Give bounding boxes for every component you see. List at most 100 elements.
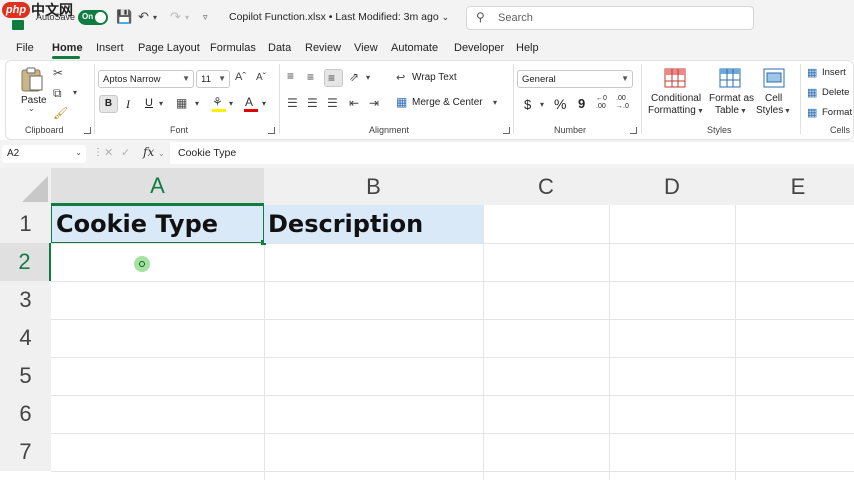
customize-qat-icon[interactable]: ▿ <box>203 12 208 23</box>
insert-cells-button[interactable]: ▦ Insert <box>807 66 854 80</box>
copy-dropdown-icon[interactable]: ▾ <box>73 88 77 97</box>
name-box-value: A2 <box>7 148 20 159</box>
undo-icon[interactable]: ↶ <box>138 9 149 25</box>
paste-dropdown-icon[interactable]: ⌄ <box>28 104 35 113</box>
format-cells-button[interactable]: ▦ Format <box>807 106 854 120</box>
row-header-1[interactable]: 1 <box>0 205 51 243</box>
increase-indent-icon[interactable]: ⇥ <box>369 96 379 110</box>
separator <box>513 64 514 134</box>
copy-icon[interactable]: ⧉ <box>53 86 62 101</box>
clipboard-icon <box>21 67 43 92</box>
format-as-table-button[interactable]: Format as Table ▼ <box>707 66 755 118</box>
underline-dropdown-icon[interactable]: ▾ <box>159 99 163 108</box>
orientation-icon[interactable]: ⇗ <box>349 70 359 84</box>
number-launcher-icon[interactable] <box>630 127 637 134</box>
align-bottom-button[interactable]: ≡ <box>324 69 343 87</box>
tab-page-layout[interactable]: Page Layout <box>138 42 200 54</box>
fill-color-button[interactable]: ⚘ <box>212 95 226 113</box>
borders-dropdown-icon[interactable]: ▾ <box>195 99 199 108</box>
bold-button[interactable]: B <box>99 95 118 113</box>
align-bottom-icon: ≡ <box>328 71 336 85</box>
align-middle-icon[interactable]: ≡ <box>307 70 314 84</box>
borders-icon[interactable]: ▦ <box>176 96 187 110</box>
tab-automate[interactable]: Automate <box>391 42 438 54</box>
clipboard-launcher-icon[interactable] <box>84 127 91 134</box>
decrease-indent-icon[interactable]: ⇤ <box>349 96 359 110</box>
save-icon[interactable]: 💾 <box>116 9 132 25</box>
font-color-swatch <box>244 109 258 112</box>
decrease-font-icon[interactable]: Aˇ <box>256 72 266 83</box>
column-header-b[interactable]: B <box>264 168 483 205</box>
tab-developer[interactable]: Developer <box>454 42 504 54</box>
percent-button[interactable]: % <box>554 96 566 112</box>
tab-view[interactable]: View <box>354 42 378 54</box>
font-name-select[interactable]: Aptos Narrow ▼ <box>98 70 194 88</box>
conditional-formatting-button[interactable]: Conditional Formatting ▼ <box>646 66 704 118</box>
font-launcher-icon[interactable] <box>268 127 275 134</box>
insert-function-button[interactable]: fx <box>143 145 154 159</box>
currency-dropdown-icon[interactable]: ▾ <box>540 100 544 109</box>
format-cells-icon: ▦ <box>807 107 818 119</box>
paste-button[interactable] <box>20 66 44 92</box>
cell-styles-button[interactable]: Cell Styles ▼ <box>755 66 795 118</box>
delete-cells-label: Delete <box>822 87 850 98</box>
fill-dropdown-icon[interactable]: ▾ <box>229 99 233 108</box>
document-title[interactable]: Copilot Function.xlsx • Last Modified: 3… <box>229 11 449 23</box>
format-painter-icon[interactable]: 🖌 <box>53 106 68 120</box>
cut-icon[interactable]: ✂ <box>53 66 63 80</box>
row-header-2[interactable]: 2 <box>0 243 51 281</box>
column-header-a[interactable]: A <box>51 168 264 205</box>
number-format-select[interactable]: General ▼ <box>517 70 633 88</box>
column-header-c[interactable]: C <box>483 168 609 205</box>
undo-dropdown-icon[interactable]: ▾ <box>153 13 157 22</box>
underline-button[interactable]: U <box>145 97 153 109</box>
row-header-7[interactable]: 7 <box>0 433 51 471</box>
chevron-down-icon: ⌄ <box>75 148 82 157</box>
merge-center-button[interactable]: ▦ Merge & Center ▾ <box>396 95 506 112</box>
column-header-d[interactable]: D <box>609 168 735 205</box>
align-top-icon[interactable]: ≡ <box>287 69 294 83</box>
currency-button[interactable]: $ <box>524 97 531 112</box>
redo-dropdown-icon[interactable]: ▾ <box>185 13 189 22</box>
format-as-table-line2: Table <box>715 105 739 116</box>
tab-data[interactable]: Data <box>268 42 291 54</box>
row-header-5[interactable]: 5 <box>0 357 51 395</box>
enter-icon[interactable]: ✓ <box>121 146 130 159</box>
decrease-decimal-button[interactable]: .00 →.0 <box>616 95 634 115</box>
increase-font-icon[interactable]: Aˆ <box>235 71 246 83</box>
tab-home[interactable]: Home <box>52 42 83 54</box>
increase-decimal-button[interactable]: ←0 .00 <box>596 95 612 115</box>
font-color-button[interactable]: A <box>244 95 258 113</box>
chevron-down-icon[interactable]: ⌄ <box>158 149 165 158</box>
tab-help[interactable]: Help <box>516 42 539 54</box>
delete-cells-button[interactable]: ▦ Delete <box>807 86 854 100</box>
row-header-4[interactable]: 4 <box>0 319 51 357</box>
increase-decimal-bottom: .00 <box>596 103 606 110</box>
name-box[interactable]: A2 ⌄ <box>2 145 86 163</box>
cell-b1[interactable]: Description <box>264 205 483 243</box>
align-right-icon[interactable]: ☰ <box>327 96 338 110</box>
font-size-select[interactable]: 11 ▼ <box>196 70 230 88</box>
tab-formulas[interactable]: Formulas <box>210 42 256 54</box>
autosave-toggle[interactable]: On <box>78 10 108 25</box>
tab-insert[interactable]: Insert <box>96 42 124 54</box>
column-header-e[interactable]: E <box>735 168 854 205</box>
align-left-icon[interactable]: ☰ <box>287 96 298 110</box>
wrap-text-button[interactable]: ↩ Wrap Text <box>396 71 457 87</box>
cell-a1[interactable]: Cookie Type <box>51 205 264 243</box>
comma-style-button[interactable]: 9 <box>578 96 585 111</box>
italic-button[interactable]: I <box>126 97 130 112</box>
tab-review[interactable]: Review <box>305 42 341 54</box>
formula-input[interactable]: Cookie Type <box>170 142 854 164</box>
redo-icon[interactable]: ↷ <box>170 9 181 25</box>
align-center-icon[interactable]: ☰ <box>307 96 318 110</box>
cancel-icon[interactable]: ✕ <box>104 146 113 159</box>
tab-file[interactable]: File <box>16 42 34 54</box>
chevron-down-icon: ⌄ <box>441 12 450 22</box>
orientation-dropdown-icon[interactable]: ▾ <box>366 73 370 82</box>
row-header-3[interactable]: 3 <box>0 281 51 319</box>
alignment-launcher-icon[interactable] <box>503 127 510 134</box>
row-header-6[interactable]: 6 <box>0 395 51 433</box>
search-input[interactable]: ⚲ Search <box>466 6 754 30</box>
font-color-dropdown-icon[interactable]: ▾ <box>262 99 266 108</box>
